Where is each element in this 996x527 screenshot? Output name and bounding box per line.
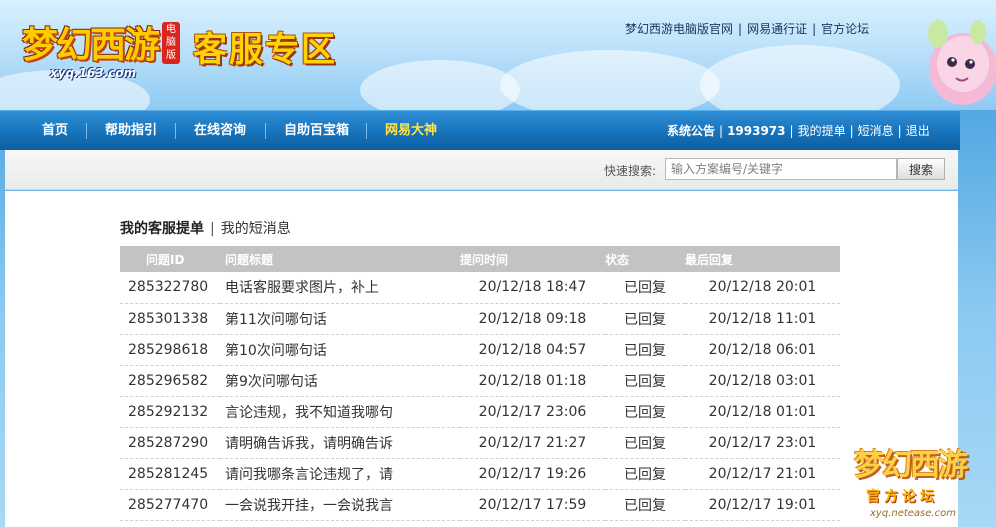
table-row[interactable]: 285296582 第9次问哪句话 20/12/18 01:18 已回复 20/12/1…	[120, 365, 840, 397]
nav-divider	[265, 123, 266, 139]
ticket-last-reply: 20/12/18 06:01	[685, 334, 840, 366]
mascot-illustration-icon	[928, 20, 996, 105]
table-row[interactable]: 285287290 请明确告诉我，请明确告诉 20/12/17 21:27 已回复 20…	[120, 427, 840, 459]
watermark-url: xyq.netease.com	[870, 508, 956, 519]
my-tickets-link[interactable]: 我的提单	[798, 124, 846, 138]
ticket-time: 20/12/17 19:26	[460, 458, 605, 490]
announcement-link[interactable]: 系统公告	[667, 124, 715, 138]
ticket-title[interactable]: 请明确告诉我，请明确告诉	[220, 427, 460, 459]
ticket-title[interactable]: 第10次问哪句话	[220, 334, 460, 366]
page-header: 梦幻西游 电脑版 xyq.163.com 客服专区 梦幻西游电脑版官网 | 网易通行…	[0, 0, 996, 110]
ticket-time: 20/12/17 17:59	[460, 489, 605, 521]
ticket-tabs: 我的客服提单 | 我的短消息	[120, 221, 291, 237]
watermark-sub: 官方论坛	[866, 489, 938, 505]
logout-link[interactable]: 退出	[906, 124, 930, 138]
ticket-status: 已回复	[605, 334, 685, 366]
nav-divider	[175, 123, 176, 139]
ticket-status: 已回复	[605, 489, 685, 521]
search-bar: 快速搜索: 搜索	[5, 150, 958, 190]
header-last-reply: 最后回复	[685, 246, 840, 272]
ticket-title[interactable]: 第9次问哪句话	[220, 365, 460, 397]
table-row[interactable]: 285292132 言论违规，我不知道我哪句 20/12/17 23:06 已回复 20…	[120, 396, 840, 428]
ticket-title[interactable]: 电话客服要求图片，补上	[220, 272, 460, 304]
table-row[interactable]: 285298618 第10次问哪句话 20/12/18 04:57 已回复 20/12/…	[120, 334, 840, 366]
main-content: 我的客服提单 | 我的短消息 问题ID 问题标题 提问时间 状态 最后回复 2853…	[5, 191, 958, 527]
ticket-last-reply: 20/12/17 19:01	[685, 489, 840, 521]
ticket-id[interactable]: 285281245	[120, 458, 220, 490]
search-label: 快速搜索:	[604, 164, 657, 178]
ticket-id[interactable]: 285296582	[120, 365, 220, 397]
header-time: 提问时间	[460, 246, 605, 272]
passport-link[interactable]: 网易通行证	[747, 22, 807, 36]
ticket-status: 已回复	[605, 365, 685, 397]
page-title: 客服专区	[193, 30, 337, 70]
nav-divider	[366, 123, 367, 139]
header-id: 问题ID	[120, 246, 220, 272]
nav-divider	[86, 123, 87, 139]
ticket-last-reply: 20/12/17 21:01	[685, 458, 840, 490]
top-links: 梦幻西游电脑版官网 | 网易通行证 | 官方论坛	[625, 22, 870, 36]
ticket-time: 20/12/18 04:57	[460, 334, 605, 366]
table-header-row: 问题ID 问题标题 提问时间 状态 最后回复	[120, 246, 840, 272]
header-title: 问题标题	[220, 246, 460, 272]
messages-link[interactable]: 短消息	[858, 124, 894, 138]
nav-home[interactable]: 首页	[42, 111, 68, 151]
user-links: 系统公告 | 1993973 | 我的提单 | 短消息 | 退出	[667, 124, 930, 138]
ticket-title[interactable]: 言论违规，我不知道我哪句	[220, 396, 460, 428]
ticket-last-reply: 20/12/18 20:01	[685, 272, 840, 304]
forum-link[interactable]: 官方论坛	[821, 22, 869, 36]
ticket-table: 问题ID 问题标题 提问时间 状态 最后回复 285322780 电话客服要求图片…	[120, 246, 840, 521]
ticket-id[interactable]: 285322780	[120, 272, 220, 304]
ticket-rows: 285322780 电话客服要求图片，补上 20/12/18 18:47 已回复 20/…	[120, 272, 840, 521]
ticket-status: 已回复	[605, 458, 685, 490]
ticket-time: 20/12/18 09:18	[460, 303, 605, 335]
ticket-time: 20/12/17 23:06	[460, 396, 605, 428]
ticket-time: 20/12/17 21:27	[460, 427, 605, 459]
ticket-status: 已回复	[605, 396, 685, 428]
ticket-title[interactable]: 第11次问哪句话	[220, 303, 460, 335]
tab-my-tickets[interactable]: 我的客服提单	[120, 221, 204, 237]
ticket-id[interactable]: 285298618	[120, 334, 220, 366]
ticket-id[interactable]: 285292132	[120, 396, 220, 428]
table-row[interactable]: 285277470 一会说我开挂，一会说我言 20/12/17 17:59 已回复 20…	[120, 489, 840, 521]
ticket-last-reply: 20/12/18 01:01	[685, 396, 840, 428]
table-row[interactable]: 285301338 第11次问哪句话 20/12/18 09:18 已回复 20/12/…	[120, 303, 840, 335]
ticket-title[interactable]: 一会说我开挂，一会说我言	[220, 489, 460, 521]
search-button[interactable]: 搜索	[897, 158, 945, 180]
official-site-link[interactable]: 梦幻西游电脑版官网	[625, 22, 733, 36]
ticket-title[interactable]: 请问我哪条言论违规了，请	[220, 458, 460, 490]
watermark-logo-text: 梦幻西游	[854, 448, 968, 483]
ticket-id[interactable]: 285287290	[120, 427, 220, 459]
logo-text: 梦幻西游	[22, 25, 160, 66]
logo-url: xyq.163.com	[50, 66, 137, 80]
nav-help[interactable]: 帮助指引	[105, 111, 157, 151]
ticket-status: 已回复	[605, 272, 685, 304]
ticket-last-reply: 20/12/18 03:01	[685, 365, 840, 397]
table-row[interactable]: 285281245 请问我哪条言论违规了，请 20/12/17 19:26 已回复 20…	[120, 458, 840, 490]
ticket-time: 20/12/18 01:18	[460, 365, 605, 397]
nav-self-service[interactable]: 自助百宝箱	[284, 111, 349, 151]
ticket-status: 已回复	[605, 303, 685, 335]
header-status: 状态	[605, 246, 685, 272]
game-logo[interactable]: 梦幻西游 电脑版 xyq.163.com	[12, 14, 184, 80]
ticket-last-reply: 20/12/18 11:01	[685, 303, 840, 335]
nav-online-consult[interactable]: 在线咨询	[194, 111, 246, 151]
ticket-id[interactable]: 285301338	[120, 303, 220, 335]
search-input[interactable]	[665, 158, 897, 180]
ticket-time: 20/12/18 18:47	[460, 272, 605, 304]
logo-badge: 电脑版	[162, 22, 180, 64]
ticket-id[interactable]: 285277470	[120, 489, 220, 521]
tab-my-messages[interactable]: 我的短消息	[221, 221, 291, 237]
table-row[interactable]: 285322780 电话客服要求图片，补上 20/12/18 18:47 已回复 20/…	[120, 272, 840, 304]
ticket-last-reply: 20/12/17 23:01	[685, 427, 840, 459]
ticket-status: 已回复	[605, 427, 685, 459]
nav-netease-dashen[interactable]: 网易大神	[385, 111, 437, 151]
forum-watermark: 梦幻西游 官方论坛 xyq.netease.com	[848, 440, 968, 527]
main-nav: 首页 帮助指引 在线咨询 自助百宝箱 网易大神 系统公告 | 1993973 | 我的提…	[0, 110, 960, 150]
user-id: 1993973	[727, 124, 786, 138]
